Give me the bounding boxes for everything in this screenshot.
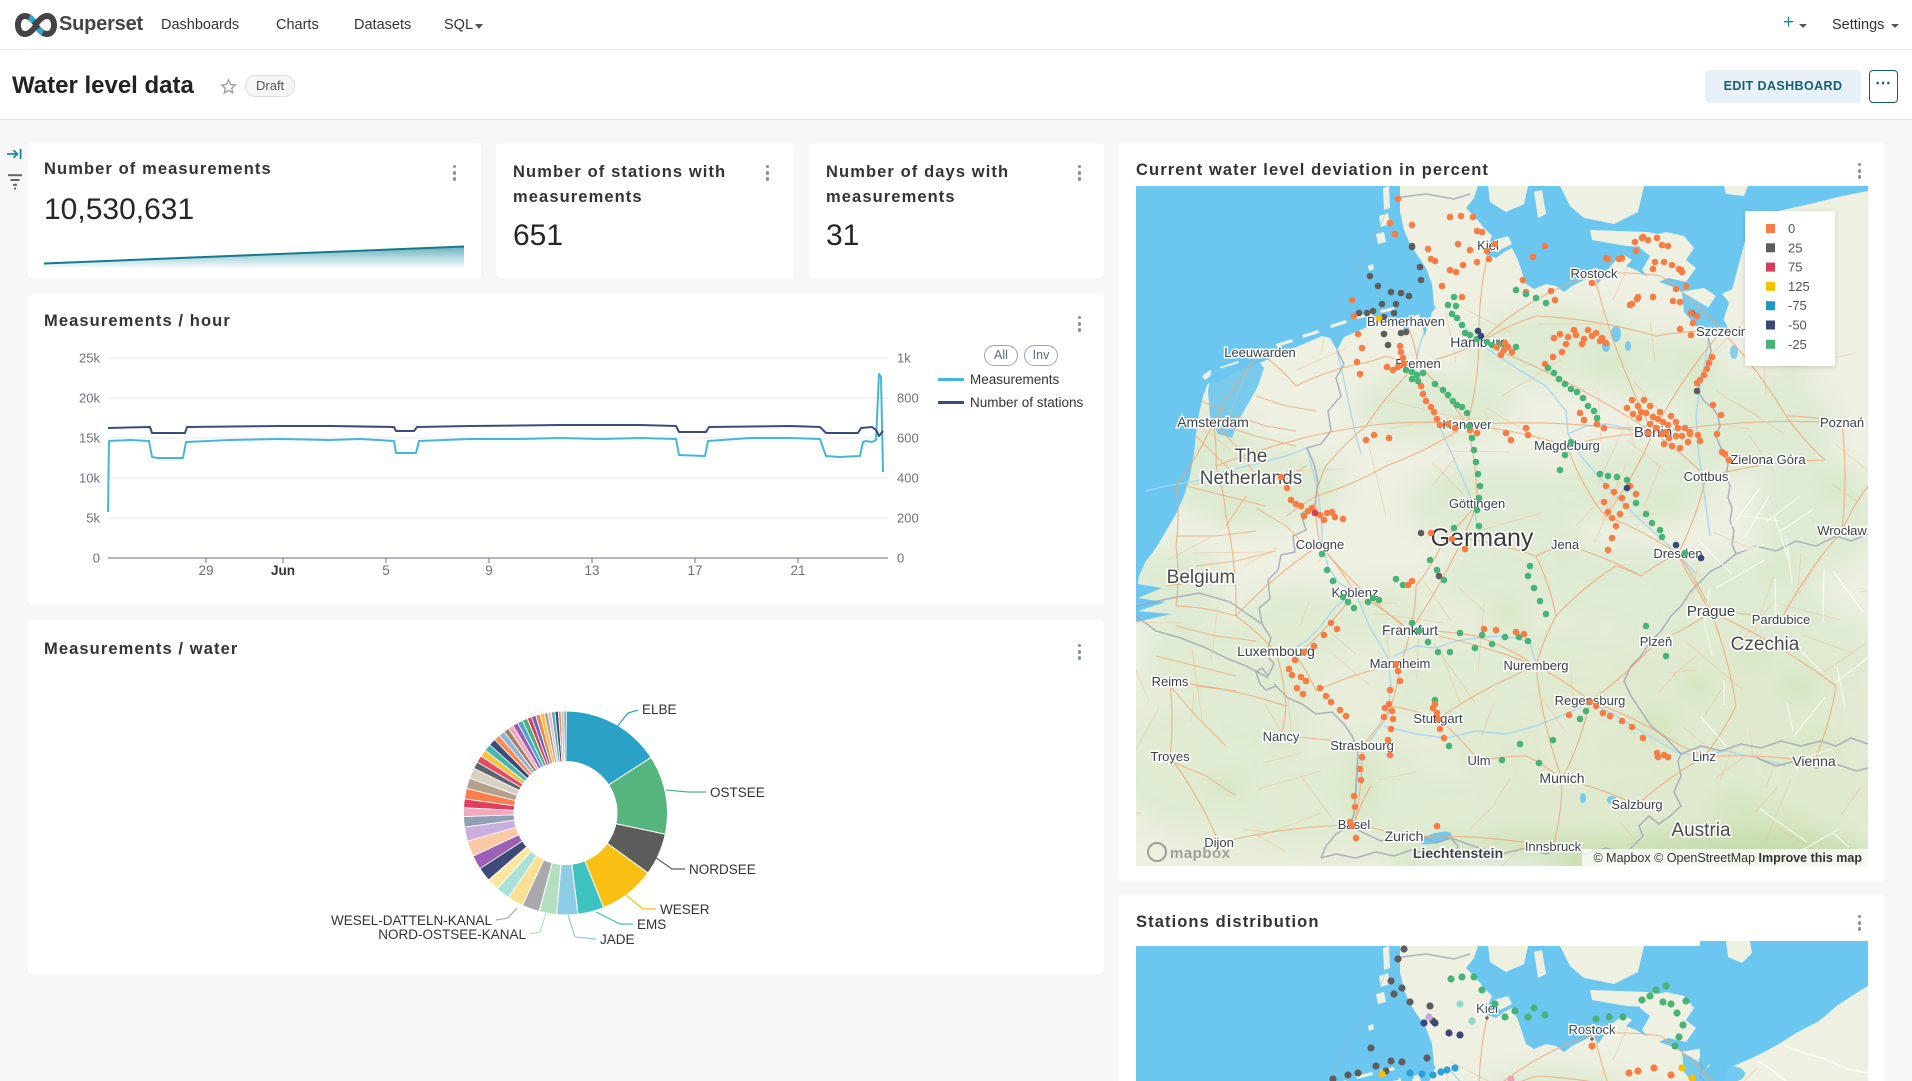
svg-text:Rostock: Rostock: [1571, 266, 1618, 281]
svg-text:Strasbourg: Strasbourg: [1330, 738, 1394, 753]
svg-text:75: 75: [1788, 260, 1802, 275]
svg-text:125: 125: [1788, 279, 1810, 294]
svg-text:OSTSEE: OSTSEE: [710, 785, 765, 800]
svg-text:Plzeň: Plzeň: [1640, 634, 1673, 649]
svg-text:Zielona Góra: Zielona Góra: [1730, 452, 1806, 467]
svg-text:Innsbruck: Innsbruck: [1525, 839, 1582, 854]
svg-text:-25: -25: [1788, 337, 1807, 352]
svg-text:Troyes: Troyes: [1150, 749, 1190, 764]
svg-text:Belgium: Belgium: [1167, 567, 1236, 588]
svg-text:Amsterdam: Amsterdam: [1177, 414, 1249, 430]
svg-text:Czechia: Czechia: [1731, 634, 1800, 655]
svg-text:Austria: Austria: [1671, 820, 1731, 841]
svg-text:WESER: WESER: [660, 902, 710, 917]
svg-text:mapbox: mapbox: [1170, 845, 1231, 862]
svg-text:Magdeburg: Magdeburg: [1534, 438, 1600, 453]
svg-text:Nancy: Nancy: [1263, 729, 1300, 744]
svg-text:Cologne: Cologne: [1296, 537, 1344, 552]
svg-text:Leeuwarden: Leeuwarden: [1224, 345, 1296, 360]
svg-text:Prague: Prague: [1687, 603, 1735, 620]
svg-text:Linz: Linz: [1692, 749, 1716, 764]
svg-text:Germany: Germany: [1431, 524, 1534, 552]
svg-text:Vienna: Vienna: [1792, 753, 1836, 769]
svg-text:Salzburg: Salzburg: [1611, 797, 1662, 812]
svg-text:NORD-OSTSEE-KANAL: NORD-OSTSEE-KANAL: [378, 927, 526, 942]
svg-text:Dresden: Dresden: [1653, 546, 1702, 561]
svg-text:Liechtenstein: Liechtenstein: [1413, 845, 1503, 861]
svg-text:Poznań: Poznań: [1820, 415, 1864, 430]
svg-text:Jena: Jena: [1551, 537, 1580, 552]
svg-text:25: 25: [1788, 240, 1802, 255]
svg-text:-50: -50: [1788, 318, 1807, 333]
svg-text:The: The: [1235, 446, 1268, 467]
svg-text:Szczecin: Szczecin: [1696, 324, 1748, 339]
svg-text:NORDSEE: NORDSEE: [689, 862, 756, 877]
svg-text:Wrocław: Wrocław: [1817, 523, 1867, 538]
svg-text:Reims: Reims: [1152, 674, 1189, 689]
svg-text:© Mapbox © OpenStreetMap Impro: © Mapbox © OpenStreetMap Improve this ma…: [1593, 851, 1862, 865]
svg-text:ELBE: ELBE: [642, 702, 677, 717]
svg-text:Ulm: Ulm: [1467, 753, 1490, 768]
svg-text:WESEL-DATTELN-KANAL: WESEL-DATTELN-KANAL: [331, 913, 493, 928]
svg-text:0: 0: [1788, 221, 1795, 236]
svg-text:-75: -75: [1788, 298, 1807, 313]
svg-text:Munich: Munich: [1539, 770, 1584, 786]
svg-text:Nuremberg: Nuremberg: [1503, 658, 1568, 673]
svg-text:Zurich: Zurich: [1385, 828, 1424, 844]
svg-text:Cottbus: Cottbus: [1684, 469, 1729, 484]
svg-text:EMS: EMS: [637, 917, 666, 932]
svg-text:Pardubice: Pardubice: [1752, 612, 1811, 627]
svg-text:JADE: JADE: [600, 932, 635, 947]
svg-text:Rostock: Rostock: [1569, 1022, 1616, 1037]
